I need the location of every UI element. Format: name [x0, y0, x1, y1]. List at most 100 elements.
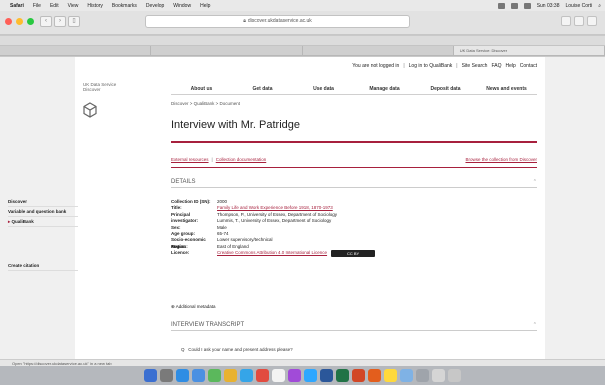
create-citation-link[interactable]: Create citation [8, 261, 78, 271]
tab-1[interactable] [0, 46, 152, 55]
history-buttons: ‹ › ▯ [40, 16, 80, 27]
details-heading: DETAILS [171, 179, 196, 185]
wifi-icon[interactable] [497, 2, 505, 9]
toolbar-actions [561, 16, 597, 26]
menu-develop[interactable]: Develop [146, 3, 164, 9]
page-title: Interview with Mr. Patridge [171, 119, 300, 131]
left-sidebar: Discover Variable and question bank Qual… [8, 197, 78, 271]
user-name[interactable]: Louise Corti [566, 3, 593, 9]
notes-icon[interactable] [224, 369, 237, 382]
mac-menubar: Safari File Edit View History Bookmarks … [0, 0, 605, 11]
sidebar-item-variable-bank[interactable]: Variable and question bank [8, 207, 78, 217]
nav-news-events[interactable]: News and events [476, 85, 537, 94]
breadcrumb[interactable]: Discover > QualiBank > Document [171, 101, 240, 106]
menu-window[interactable]: Window [173, 3, 191, 9]
url-text: discover.ukdataservice.ac.uk [247, 18, 312, 24]
menu-help[interactable]: Help [200, 3, 210, 9]
menu-app[interactable]: Safari [10, 3, 24, 9]
app-store-icon[interactable] [304, 369, 317, 382]
downloads-icon[interactable] [432, 369, 445, 382]
tab-active[interactable]: UK Data Service: Discover [453, 46, 605, 55]
additional-metadata-toggle[interactable]: ⊕ Additional metadata [171, 304, 216, 310]
nav-manage-data[interactable]: Manage data [354, 85, 415, 94]
close-window-button[interactable] [5, 18, 12, 25]
menubar-status: Sun 03:38 Louise Corti ⌕ [497, 2, 601, 9]
ukds-cube-icon [83, 102, 97, 118]
itunes-icon[interactable] [288, 369, 301, 382]
transcript-heading: INTERVIEW TRANSCRIPT [171, 322, 245, 328]
menu-bookmarks[interactable]: Bookmarks [112, 3, 137, 9]
site-logo[interactable]: UK Data Service Discover [83, 82, 143, 119]
detail-row: Licence: Creative Commons Attribution 4.0… [171, 250, 376, 258]
word-icon[interactable] [320, 369, 333, 382]
help-link[interactable]: Help [505, 63, 515, 69]
skype-icon[interactable] [240, 369, 253, 382]
nav-use-data[interactable]: Use data [293, 85, 354, 94]
powerpoint-icon[interactable] [352, 369, 365, 382]
browse-collection-link[interactable]: Browse the collection from Discover [465, 157, 537, 162]
launchpad-icon[interactable] [160, 369, 173, 382]
facetime-icon[interactable] [208, 369, 221, 382]
share-icon[interactable] [561, 16, 571, 26]
chrome-icon[interactable] [384, 369, 397, 382]
zoom-window-button[interactable] [27, 18, 34, 25]
menu-view[interactable]: View [68, 3, 79, 9]
menu-edit[interactable]: Edit [50, 3, 59, 9]
tab-bar: UK Data Service: Discover [0, 46, 605, 56]
licence-link[interactable]: Creative Commons Attribution 4.0 Interna… [217, 250, 327, 256]
collapse-icon: ⌃ [532, 179, 537, 185]
spotlight-icon[interactable]: ⌕ [598, 3, 601, 9]
browser-toolbar: ‹ › ▯ 🔒︎ discover.ukdataservice.ac.uk [0, 11, 605, 35]
excel-icon[interactable] [336, 369, 349, 382]
cc-by-badge[interactable]: CC BY [331, 250, 376, 258]
mail-icon[interactable] [192, 369, 205, 382]
firefox-icon[interactable] [368, 369, 381, 382]
back-button[interactable]: ‹ [40, 16, 52, 27]
trash-icon[interactable] [448, 369, 461, 382]
transcript-question: Q Could I ask your name and present addr… [181, 347, 293, 352]
sidebar-toggle-button[interactable]: ▯ [68, 16, 80, 27]
window-controls [5, 18, 34, 25]
safari-icon[interactable] [176, 369, 189, 382]
lock-icon: 🔒︎ [243, 18, 246, 24]
page-content: You are not logged in | Log in to QualiB… [75, 57, 545, 359]
nav-get-data[interactable]: Get data [232, 85, 293, 94]
contact-link[interactable]: Contact [520, 63, 537, 69]
menu-history[interactable]: History [87, 3, 103, 9]
menu-file[interactable]: File [33, 3, 41, 9]
details-table: Collection ID (SN): 2000 Title: Family Lif… [171, 199, 376, 258]
links-rule [171, 167, 537, 168]
collapse-icon: ⌃ [532, 322, 537, 328]
calendar-icon[interactable] [256, 369, 269, 382]
bookmarks-bar [0, 36, 605, 46]
system-preferences-icon[interactable] [416, 369, 429, 382]
resource-links: External resources | Collection document… [171, 157, 537, 162]
battery-icon[interactable] [523, 2, 531, 9]
login-status: You are not logged in [352, 63, 400, 69]
title-rule [171, 141, 537, 143]
login-link[interactable]: Log in to QualiBank [409, 63, 453, 69]
utility-nav: You are not logged in | Log in to QualiB… [352, 63, 537, 69]
nav-deposit-data[interactable]: Deposit data [415, 85, 476, 94]
preview-icon[interactable] [400, 369, 413, 382]
tab-2[interactable] [151, 46, 303, 55]
external-resources-link[interactable]: External resources [171, 157, 209, 162]
address-bar[interactable]: 🔒︎ discover.ukdataservice.ac.uk [145, 15, 410, 28]
transcript-header[interactable]: INTERVIEW TRANSCRIPT ⌃ [171, 322, 537, 331]
faq-link[interactable]: FAQ [491, 63, 501, 69]
nav-about-us[interactable]: About us [171, 85, 232, 94]
forward-button[interactable]: › [54, 16, 66, 27]
collection-documentation-link[interactable]: Collection documentation [216, 157, 267, 162]
site-search-link[interactable]: Site Search [462, 63, 488, 69]
new-tab-icon[interactable] [587, 16, 597, 26]
finder-icon[interactable] [144, 369, 157, 382]
tabs-icon[interactable] [574, 16, 584, 26]
sidebar-item-qualibank[interactable]: QualiBank [8, 217, 78, 227]
sidebar-item-discover[interactable]: Discover [8, 197, 78, 207]
photos-icon[interactable] [272, 369, 285, 382]
tab-3[interactable] [303, 46, 454, 55]
details-header[interactable]: DETAILS ⌃ [171, 179, 537, 188]
clock[interactable]: Sun 03:38 [537, 3, 560, 9]
volume-icon[interactable] [510, 2, 518, 9]
minimize-window-button[interactable] [16, 18, 23, 25]
